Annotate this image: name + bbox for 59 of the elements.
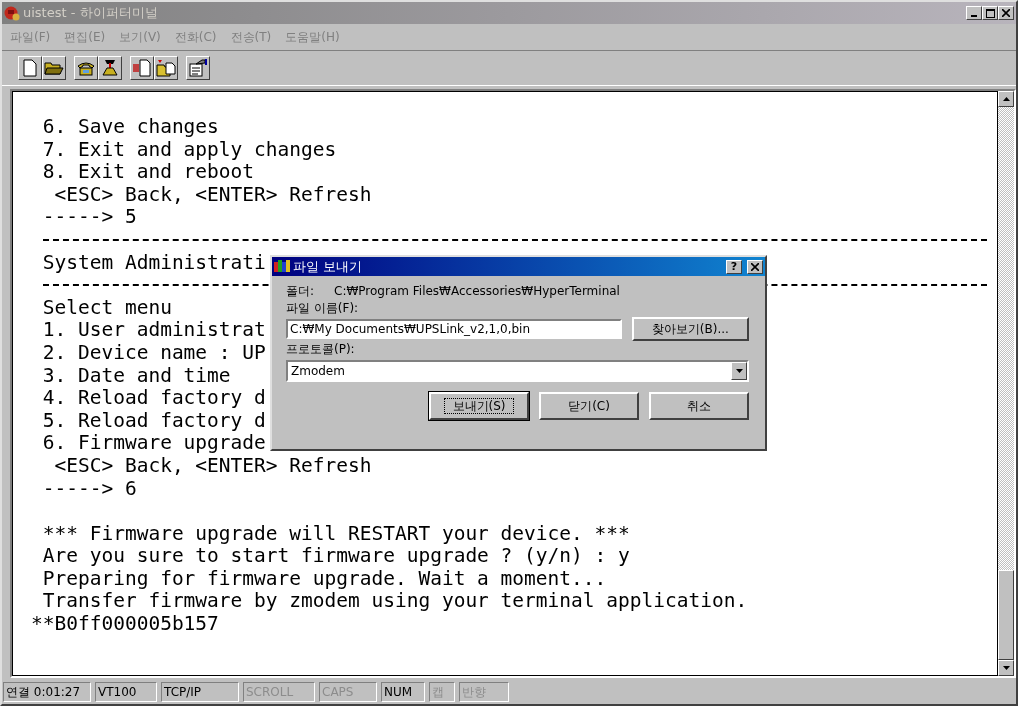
close-button[interactable] [998, 6, 1014, 20]
folder-label: 폴더: [286, 282, 315, 300]
status-cell: NUM [381, 682, 425, 702]
vertical-scrollbar[interactable] [998, 91, 1014, 676]
new-document-button[interactable] [18, 56, 42, 80]
maximize-button[interactable] [982, 6, 998, 20]
send-document-button[interactable] [130, 56, 154, 80]
status-cell: TCP/IP [161, 682, 239, 702]
receive-folder-button[interactable] [154, 56, 178, 80]
terminal-line: System Administrati [41, 251, 266, 275]
dialog-button[interactable]: 취소 [649, 392, 749, 420]
terminal-line: 7. Exit and apply changes [41, 138, 337, 162]
terminal-line: **B0ff000005b157 [31, 613, 219, 636]
dropdown-arrow-icon [735, 369, 743, 373]
filename-field[interactable]: C:₩My Documents₩UPSLink_v2,1,0,bin [286, 319, 622, 339]
status-cell: 연결 0:01:27 [3, 682, 91, 702]
dialog-button[interactable]: 닫기(C) [539, 392, 639, 420]
terminal-line: <ESC> Back, <ENTER> Refresh [53, 454, 372, 478]
status-cell: VT100 [95, 682, 157, 702]
terminal-line: 1. User administrat [41, 319, 266, 342]
protocol-label: 프로토콜(P): [286, 341, 356, 358]
minimize-button[interactable] [966, 6, 982, 20]
dialog-button[interactable]: 보내기(S) [429, 392, 529, 420]
terminal-line: 2. Device name : UP [41, 341, 266, 365]
up-arrow-icon [1002, 97, 1010, 101]
open-folder-button[interactable] [42, 56, 66, 80]
scroll-up-button[interactable] [998, 91, 1014, 107]
terminal-line: Transfer firmware by zmodem using your terminal application. [41, 590, 748, 614]
close-icon [1002, 9, 1010, 17]
terminal-line: -----> 6 [41, 477, 137, 501]
filename-label: 파일 이름(F): [286, 300, 360, 317]
terminal-line: 8. Exit and reboot [41, 161, 255, 184]
terminal-line: <ESC> Back, <ENTER> Refresh [53, 183, 372, 207]
protocol-dropdown[interactable]: Zmodem [286, 360, 749, 382]
close-button[interactable] [747, 259, 763, 274]
terminal-line: 6. Save changes [41, 116, 219, 139]
terminal-line: Preparing for firmware upgrade. Wait a moment... [41, 567, 607, 591]
terminal-line: Select menu [41, 296, 172, 320]
terminal-line: 4. Reload factory d [41, 387, 266, 410]
window-title: uistest - 하이퍼터미널 [23, 4, 158, 22]
phone-button[interactable] [74, 56, 98, 80]
close-icon [751, 262, 759, 271]
hang-up-button[interactable] [98, 56, 122, 80]
terminal-line: 5. Reload factory d [41, 409, 266, 433]
app-icon [274, 259, 290, 274]
terminal-line: -----> 5 [41, 206, 137, 229]
down-arrow-icon [1002, 666, 1010, 670]
properties-button[interactable] [186, 56, 210, 80]
dialog-title: 파일 보내기 [293, 257, 363, 276]
terminal-line: 6. Firmware upgrade [41, 432, 266, 455]
scroll-down-button[interactable] [998, 660, 1014, 676]
terminal-line: Are you sure to start firmware upgrade ? (y/n) : y [41, 545, 630, 568]
maximize-icon [985, 8, 995, 18]
folder-path: C:₩Program Files₩Accessories₩HyperTerminal [334, 284, 620, 298]
scroll-thumb[interactable] [998, 570, 1014, 660]
help-button[interactable]: ? [726, 259, 742, 274]
terminal-line: *** Firmware upgrade will RESTART your device. *** [41, 522, 630, 546]
browse-button[interactable]: 찾아보기(B)... [631, 317, 749, 341]
terminal-line: 3. Date and time [41, 364, 231, 388]
